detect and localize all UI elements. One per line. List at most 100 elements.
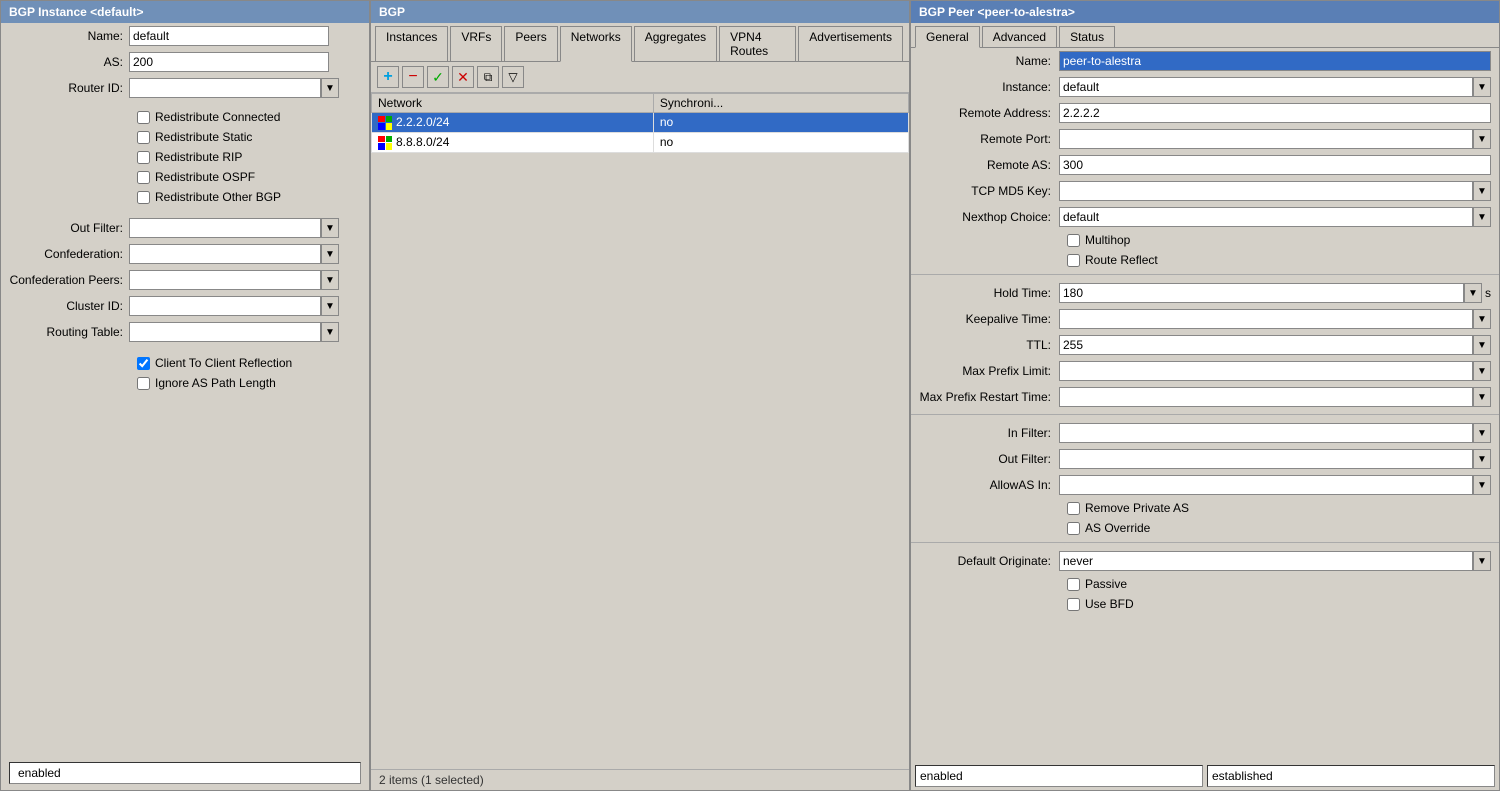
- peer-name-input[interactable]: [1059, 51, 1491, 71]
- max-prefix-dropdown-btn[interactable]: ▼: [1473, 361, 1491, 381]
- middle-tabs-bar: Instances VRFs Peers Networks Aggregates…: [371, 23, 909, 62]
- remove-private-checkbox[interactable]: [1067, 502, 1080, 515]
- as-override-checkbox[interactable]: [1067, 522, 1080, 535]
- max-prefix-restart-row: Max Prefix Restart Time: ▼: [911, 384, 1499, 410]
- redist-bgp-checkbox[interactable]: [137, 191, 150, 204]
- in-filter-dropdown-btn[interactable]: ▼: [1473, 423, 1491, 443]
- table-row[interactable]: 8.8.8.0/24 no: [372, 132, 909, 152]
- duplicate-button[interactable]: ⧉: [477, 66, 499, 88]
- tab-aggregates[interactable]: Aggregates: [634, 26, 717, 61]
- nexthop-dropdown[interactable]: default ▼: [1059, 207, 1491, 227]
- in-filter-row: In Filter: ▼: [911, 420, 1499, 446]
- route-reflect-checkbox[interactable]: [1067, 254, 1080, 267]
- remove-button[interactable]: −: [402, 66, 424, 88]
- table-row[interactable]: 2.2.2.0/24 no: [372, 113, 909, 133]
- routerid-dropdown-btn[interactable]: ▼: [321, 78, 339, 98]
- peer-out-filter-dropdown[interactable]: ▼: [1059, 449, 1491, 469]
- use-bfd-row: Use BFD: [911, 594, 1499, 614]
- tcp-md5-dropdown[interactable]: ▼: [1059, 181, 1491, 201]
- client-reflection-checkbox[interactable]: [137, 357, 150, 370]
- client-reflection-row: Client To Client Reflection: [1, 353, 369, 373]
- as-input[interactable]: [129, 52, 329, 72]
- remove-private-row: Remove Private AS: [911, 498, 1499, 518]
- tcp-md5-dropdown-btn[interactable]: ▼: [1473, 181, 1491, 201]
- routing-table-dropdown-btn[interactable]: ▼: [321, 322, 339, 342]
- default-originate-dropdown-btn[interactable]: ▼: [1473, 551, 1491, 571]
- passive-checkbox[interactable]: [1067, 578, 1080, 591]
- max-prefix-label: Max Prefix Limit:: [919, 364, 1059, 378]
- confederation-peers-dropdown-btn[interactable]: ▼: [321, 270, 339, 290]
- tab-general[interactable]: General: [915, 26, 980, 48]
- ttl-label: TTL:: [919, 338, 1059, 352]
- remove-private-label: Remove Private AS: [1085, 501, 1189, 515]
- tab-instances[interactable]: Instances: [375, 26, 448, 61]
- out-filter-dropdown-btn[interactable]: ▼: [321, 218, 339, 238]
- max-prefix-restart-dropdown-btn[interactable]: ▼: [1473, 387, 1491, 407]
- use-bfd-label: Use BFD: [1085, 597, 1134, 611]
- max-prefix-restart-dropdown[interactable]: ▼: [1059, 387, 1491, 407]
- peer-out-filter-label: Out Filter:: [919, 452, 1059, 466]
- allowas-dropdown-btn[interactable]: ▼: [1473, 475, 1491, 495]
- peer-instance-dropdown[interactable]: default ▼: [1059, 77, 1491, 97]
- tab-networks[interactable]: Networks: [560, 26, 632, 62]
- apply-button[interactable]: ✓: [427, 66, 449, 88]
- tab-advanced[interactable]: Advanced: [982, 26, 1057, 47]
- name-label: Name:: [9, 29, 129, 43]
- tab-advertisements[interactable]: Advertisements: [798, 26, 903, 61]
- ttl-dropdown-btn[interactable]: ▼: [1473, 335, 1491, 355]
- ignore-as-label: Ignore AS Path Length: [155, 376, 276, 390]
- name-input[interactable]: [129, 26, 329, 46]
- peer-instance-label: Instance:: [919, 80, 1059, 94]
- tab-vpn4routes[interactable]: VPN4 Routes: [719, 26, 796, 61]
- nexthop-dropdown-btn[interactable]: ▼: [1473, 207, 1491, 227]
- confederation-dropdown-btn[interactable]: ▼: [321, 244, 339, 264]
- out-filter-dropdown[interactable]: [129, 218, 321, 238]
- redist-rip-checkbox[interactable]: [137, 151, 150, 164]
- left-panel-title: BGP Instance <default>: [9, 5, 144, 19]
- keepalive-dropdown-btn[interactable]: ▼: [1473, 309, 1491, 329]
- peer-name-row: Name:: [911, 48, 1499, 74]
- remote-port-dropdown-btn[interactable]: ▼: [1473, 129, 1491, 149]
- in-filter-dropdown[interactable]: ▼: [1059, 423, 1491, 443]
- hold-time-dropdown-btn[interactable]: ▼: [1464, 283, 1482, 303]
- add-button[interactable]: +: [377, 66, 399, 88]
- redist-rip-label: Redistribute RIP: [155, 150, 242, 164]
- tab-vrfs[interactable]: VRFs: [450, 26, 502, 61]
- routing-table-dropdown[interactable]: [129, 322, 321, 342]
- redist-ospf-checkbox[interactable]: [137, 171, 150, 184]
- remote-address-input[interactable]: [1059, 103, 1491, 123]
- col-network[interactable]: Network: [372, 94, 654, 113]
- items-count: 2 items (1 selected): [371, 769, 909, 790]
- use-bfd-checkbox[interactable]: [1067, 598, 1080, 611]
- redist-static-checkbox[interactable]: [137, 131, 150, 144]
- remote-as-input[interactable]: [1059, 155, 1491, 175]
- ignore-as-row: Ignore AS Path Length: [1, 373, 369, 393]
- bgp-panel: BGP Instances VRFs Peers Networks Aggreg…: [370, 0, 910, 791]
- multihop-checkbox[interactable]: [1067, 234, 1080, 247]
- max-prefix-dropdown[interactable]: ▼: [1059, 361, 1491, 381]
- col-synchroni[interactable]: Synchroni...: [653, 94, 908, 113]
- tab-status[interactable]: Status: [1059, 26, 1115, 47]
- confederation-peers-dropdown[interactable]: [129, 270, 321, 290]
- ttl-dropdown[interactable]: 255 ▼: [1059, 335, 1491, 355]
- cancel-button[interactable]: ✕: [452, 66, 474, 88]
- nexthop-row: Nexthop Choice: default ▼: [911, 204, 1499, 230]
- nexthop-label: Nexthop Choice:: [919, 210, 1059, 224]
- hold-time-dropdown[interactable]: 180 ▼: [1059, 283, 1482, 303]
- remote-port-dropdown[interactable]: ▼: [1059, 129, 1491, 149]
- default-originate-dropdown[interactable]: never ▼: [1059, 551, 1491, 571]
- tab-peers[interactable]: Peers: [504, 26, 557, 61]
- allowas-dropdown[interactable]: ▼: [1059, 475, 1491, 495]
- cluster-id-dropdown[interactable]: [129, 296, 321, 316]
- sync-cell: no: [653, 132, 908, 152]
- cluster-id-dropdown-btn[interactable]: ▼: [321, 296, 339, 316]
- confederation-dropdown[interactable]: [129, 244, 321, 264]
- routerid-dropdown[interactable]: [129, 78, 321, 98]
- peer-instance-dropdown-btn[interactable]: ▼: [1473, 77, 1491, 97]
- filter-button[interactable]: ▽: [502, 66, 524, 88]
- redist-connected-checkbox[interactable]: [137, 111, 150, 124]
- keepalive-dropdown[interactable]: ▼: [1059, 309, 1491, 329]
- multihop-row: Multihop: [911, 230, 1499, 250]
- peer-out-filter-dropdown-btn[interactable]: ▼: [1473, 449, 1491, 469]
- ignore-as-checkbox[interactable]: [137, 377, 150, 390]
